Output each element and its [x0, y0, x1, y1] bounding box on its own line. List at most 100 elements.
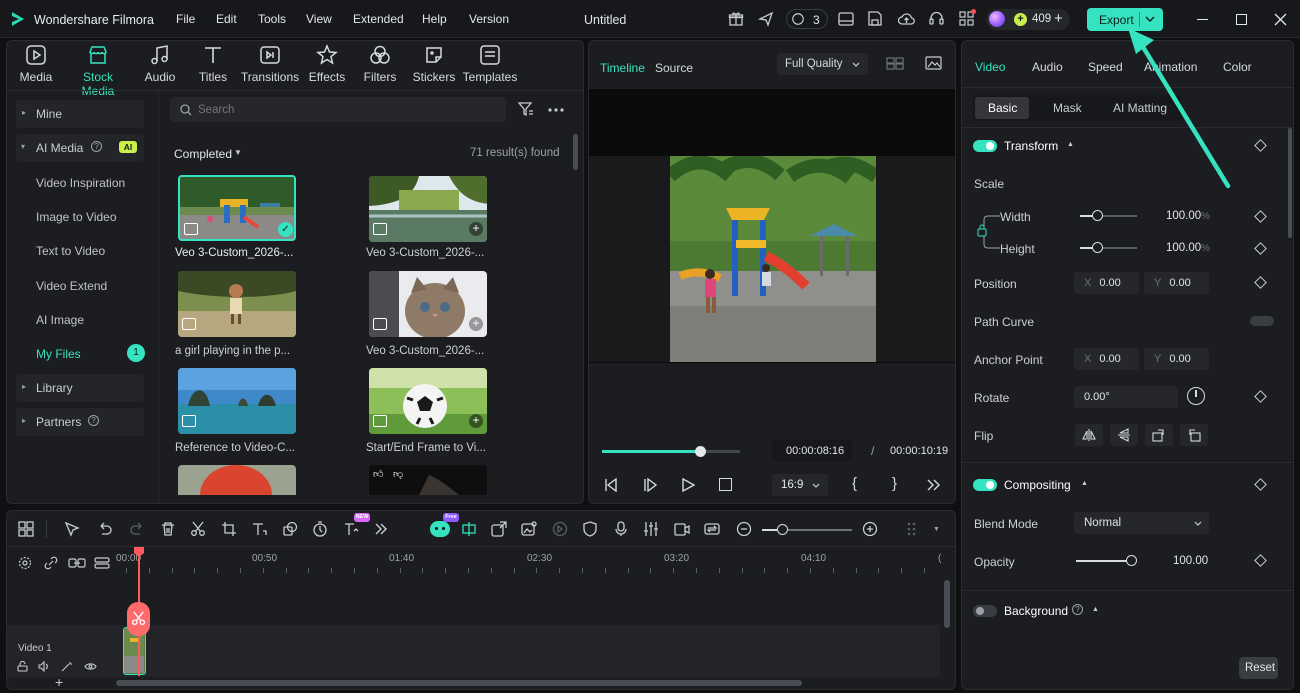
magic-icon[interactable]	[61, 661, 73, 672]
speed-icon[interactable]	[552, 521, 570, 539]
background-toggle[interactable]	[973, 605, 997, 617]
chevron-down-icon[interactable]: ▼	[234, 148, 242, 157]
lock-icon[interactable]	[17, 661, 28, 672]
layout-icon[interactable]	[838, 12, 854, 26]
position-x-field[interactable]: X 0.00	[1074, 272, 1139, 294]
image-edit-icon[interactable]	[521, 521, 539, 539]
menu-edit[interactable]: Edit	[216, 12, 237, 26]
microphone-icon[interactable]	[613, 521, 631, 539]
layout-grid-icon[interactable]	[18, 521, 36, 539]
play-icon[interactable]	[682, 478, 695, 492]
reset-button[interactable]: Reset	[1239, 657, 1278, 679]
undo-icon[interactable]	[97, 521, 115, 539]
prop-tab-video[interactable]: Video	[975, 60, 1005, 74]
section-background[interactable]: Background	[1004, 604, 1068, 618]
add-track-icon[interactable]: +	[55, 674, 63, 690]
timer-icon[interactable]	[312, 521, 330, 539]
timeline-vertical-scrollbar[interactable]	[944, 580, 950, 628]
menu-version[interactable]: Version	[469, 12, 509, 26]
lock-link-icon[interactable]	[976, 212, 1002, 254]
rotate-field[interactable]: 0.00°	[1074, 386, 1178, 408]
sidebar-item-ai-media[interactable]: ▾ AI Media ? AI	[16, 134, 144, 162]
shield-icon[interactable]	[582, 521, 600, 539]
section-compositing[interactable]: Compositing	[1004, 478, 1071, 492]
tab-source[interactable]: Source	[655, 61, 693, 75]
anchor-x-field[interactable]: X 0.00	[1074, 348, 1139, 370]
height-value[interactable]: 100.00	[1166, 242, 1201, 254]
media-thumb-playground-1[interactable]: ✓	[178, 175, 296, 241]
props-scrollbar[interactable]	[1288, 128, 1292, 238]
playback-progress-knob[interactable]	[694, 446, 706, 457]
track-manager-icon[interactable]	[94, 556, 110, 570]
media-thumb-girl-park[interactable]	[178, 271, 296, 337]
collab-button[interactable]: 3	[786, 9, 828, 29]
double-chevron-icon[interactable]	[373, 521, 391, 539]
menu-file[interactable]: File	[176, 12, 195, 26]
gift-icon[interactable]	[728, 11, 744, 27]
help-icon[interactable]: ?	[91, 141, 102, 152]
position-y-field[interactable]: Y 0.00	[1144, 272, 1209, 294]
ai-copilot-icon[interactable]: Free	[430, 513, 459, 539]
add-icon[interactable]: +	[469, 317, 483, 331]
caret-up-icon[interactable]: ▲	[1092, 606, 1099, 613]
thumbs-down-icon[interactable]: 👎︎	[393, 468, 403, 480]
zoom-out-icon[interactable]	[736, 521, 754, 539]
search-box[interactable]	[170, 97, 506, 122]
sidebar-item-image-to-video[interactable]: Image to Video	[36, 210, 117, 224]
delete-icon[interactable]	[160, 521, 178, 539]
media-thumb-kitten[interactable]: +	[369, 271, 487, 337]
drag-handle-icon[interactable]	[906, 521, 924, 539]
scissors-icon[interactable]	[190, 521, 208, 539]
crop-icon[interactable]	[221, 521, 239, 539]
menu-help[interactable]: Help	[422, 12, 447, 26]
status-filter-dropdown[interactable]: Completed	[174, 147, 232, 161]
subtab-basic[interactable]: Basic	[975, 97, 1029, 119]
sidebar-item-my-files[interactable]: My Files	[36, 347, 81, 361]
close-icon[interactable]	[1274, 13, 1287, 26]
search-input[interactable]	[198, 102, 488, 117]
sidebar-item-video-inspiration[interactable]: Video Inspiration	[36, 176, 125, 190]
tool-titles[interactable]: Titles	[183, 44, 243, 84]
media-thumb-dark[interactable]: 👍︎ 👎︎	[369, 465, 487, 495]
filter-icon[interactable]	[518, 102, 534, 117]
more-controls-icon[interactable]	[927, 479, 940, 491]
replace-icon[interactable]	[704, 521, 722, 539]
redo-icon[interactable]	[129, 521, 147, 539]
media-thumb-soccer-ball[interactable]: +	[369, 368, 487, 434]
send-icon[interactable]	[758, 11, 774, 27]
opacity-slider-track[interactable]	[1076, 560, 1132, 562]
add-credits-icon[interactable]: +	[1054, 10, 1063, 27]
export-clip-icon[interactable]	[491, 521, 509, 539]
chevron-down-icon[interactable]: ▼	[933, 526, 940, 533]
apps-grid-icon[interactable]	[959, 9, 976, 26]
tool-transitions[interactable]: Transitions	[240, 44, 300, 84]
playhead-split-button[interactable]	[127, 602, 150, 636]
menu-view[interactable]: View	[306, 12, 332, 26]
ai-split-icon[interactable]	[461, 521, 479, 539]
media-thumb-island[interactable]	[178, 368, 296, 434]
shape-icon[interactable]	[282, 521, 300, 539]
unlink-icon[interactable]	[44, 556, 58, 570]
text-tool-icon[interactable]	[251, 521, 269, 539]
multicam-icon[interactable]	[674, 521, 692, 539]
transform-toggle[interactable]	[973, 140, 997, 152]
headset-icon[interactable]	[929, 11, 944, 26]
flip-horizontal-button[interactable]	[1075, 424, 1103, 446]
width-value[interactable]: 100.00	[1166, 210, 1201, 222]
media-thumb-red-ball[interactable]	[178, 465, 296, 495]
prop-tab-audio[interactable]: Audio	[1032, 60, 1063, 74]
save-icon[interactable]	[868, 11, 882, 26]
height-slider-knob[interactable]	[1092, 242, 1103, 253]
width-slider-knob[interactable]	[1092, 210, 1103, 221]
more-icon[interactable]	[548, 108, 564, 112]
ai-text-icon[interactable]: NEW	[343, 513, 370, 539]
tool-effects[interactable]: Effects	[297, 44, 357, 84]
menu-tools[interactable]: Tools	[258, 12, 286, 26]
stop-icon[interactable]	[719, 478, 732, 491]
credits-pill[interactable]: + 409 +	[986, 9, 1070, 30]
tab-timeline[interactable]: Timeline	[600, 61, 645, 75]
subtab-mask[interactable]: Mask	[1053, 101, 1082, 115]
sidebar-item-partners[interactable]: ▸ Partners ?	[16, 408, 144, 436]
zoom-slider-knob[interactable]	[777, 524, 788, 535]
tool-stickers[interactable]: Stickers	[404, 44, 464, 84]
